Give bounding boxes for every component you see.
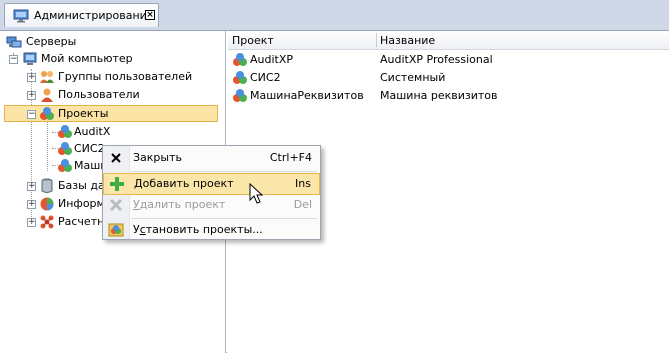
projects-icon: [40, 107, 54, 120]
expand-icon[interactable]: +: [27, 91, 36, 100]
column-separator[interactable]: [376, 33, 377, 47]
column-header-name[interactable]: Название: [380, 34, 435, 47]
database-icon: [41, 178, 53, 193]
collapse-icon[interactable]: −: [27, 110, 36, 119]
tree-node-label: Проекты: [58, 107, 109, 120]
add-icon: [110, 177, 124, 191]
cell-project: AuditXP: [250, 53, 294, 66]
list-row[interactable]: СИС2 Системный: [228, 69, 669, 87]
tab-title: Администрирование: [34, 9, 154, 22]
document-tab-strip: Администрирование ×: [0, 0, 669, 30]
menu-item-shortcut: Ins: [295, 177, 311, 190]
computer-icon: [23, 52, 37, 65]
menu-item-mnemonic: Д: [134, 177, 143, 190]
cell-project: СИС2: [250, 71, 281, 84]
tree-node-label: Мой компьютер: [41, 52, 133, 65]
project-icon: [58, 159, 72, 172]
remove-icon: [109, 198, 123, 212]
user-group-icon: [40, 71, 54, 83]
context-menu: Закрыть Ctrl+F4 Добавить проект Ins Удал…: [102, 145, 321, 240]
tree-selection: [4, 105, 218, 122]
cell-name: Машина реквизитов: [380, 89, 498, 102]
menu-separator: [131, 171, 317, 172]
project-icon: [58, 142, 72, 155]
project-icon: [233, 89, 247, 102]
project-icon: [233, 53, 247, 66]
menu-item-label-rest: обавить проект: [142, 177, 234, 190]
expand-icon[interactable]: +: [27, 218, 36, 227]
tree-line: [47, 121, 48, 171]
menu-item-label-pre: У: [133, 223, 140, 236]
tab-close-icon[interactable]: ×: [145, 10, 155, 20]
menu-item-label: Установить проекты...: [133, 223, 263, 236]
menu-item-label: Удалить проект: [133, 198, 225, 211]
menu-item-shortcut: Ctrl+F4: [269, 151, 312, 164]
cell-name: AuditXP Professional: [380, 53, 493, 66]
menu-item-label: Закрыть: [133, 151, 182, 164]
tree-node-label: Информ: [58, 197, 105, 210]
collapse-icon[interactable]: −: [9, 55, 18, 64]
project-icon: [233, 71, 247, 84]
mouse-pointer-icon: [249, 183, 264, 204]
expand-icon[interactable]: +: [27, 182, 36, 191]
main-area: Серверы − Мой компьютер + Группы пользов…: [0, 30, 669, 353]
list-row[interactable]: AuditXP AuditXP Professional: [228, 51, 669, 69]
close-icon: [111, 153, 121, 163]
tree-node-label: СИС2: [74, 142, 105, 155]
list-header: Проект Название: [228, 31, 669, 50]
menu-item-shortcut: Del: [293, 198, 312, 211]
user-icon: [41, 88, 53, 102]
tree-node-label: AuditX: [74, 125, 111, 138]
monitor-icon: [13, 9, 29, 23]
tree-node-label: Группы пользователей: [58, 70, 193, 83]
tab-administration[interactable]: Администрирование ×: [4, 3, 159, 27]
calc-bases-icon: [40, 215, 54, 229]
cell-name: Системный: [380, 71, 446, 84]
menu-item-install-projects[interactable]: Установить проекты...: [103, 219, 320, 241]
servers-icon: [6, 36, 22, 48]
menu-item-close[interactable]: Закрыть Ctrl+F4: [103, 147, 320, 169]
menu-item-label-rest: далить проект: [139, 198, 226, 211]
tree-node-label: Пользователи: [58, 88, 140, 101]
list-row[interactable]: МашинаРеквизитов Машина реквизитов: [228, 87, 669, 105]
project-icon: [58, 125, 72, 138]
cell-project: МашинаРеквизитов: [250, 89, 364, 102]
expand-icon[interactable]: +: [27, 73, 36, 82]
column-header-project[interactable]: Проект: [232, 34, 274, 47]
menu-item-label: Добавить проект: [134, 177, 234, 190]
menu-item-remove-project: Удалить проект Del: [103, 194, 320, 216]
menu-item-add-project[interactable]: Добавить проект Ins: [103, 173, 320, 195]
install-icon: [108, 223, 124, 237]
info-icon: [40, 197, 54, 211]
tree-node-label: Серверы: [26, 35, 77, 48]
menu-item-label-rest: тановить проекты...: [145, 223, 263, 236]
expand-icon[interactable]: +: [27, 200, 36, 209]
menu-item-mnemonic: У: [133, 198, 140, 211]
